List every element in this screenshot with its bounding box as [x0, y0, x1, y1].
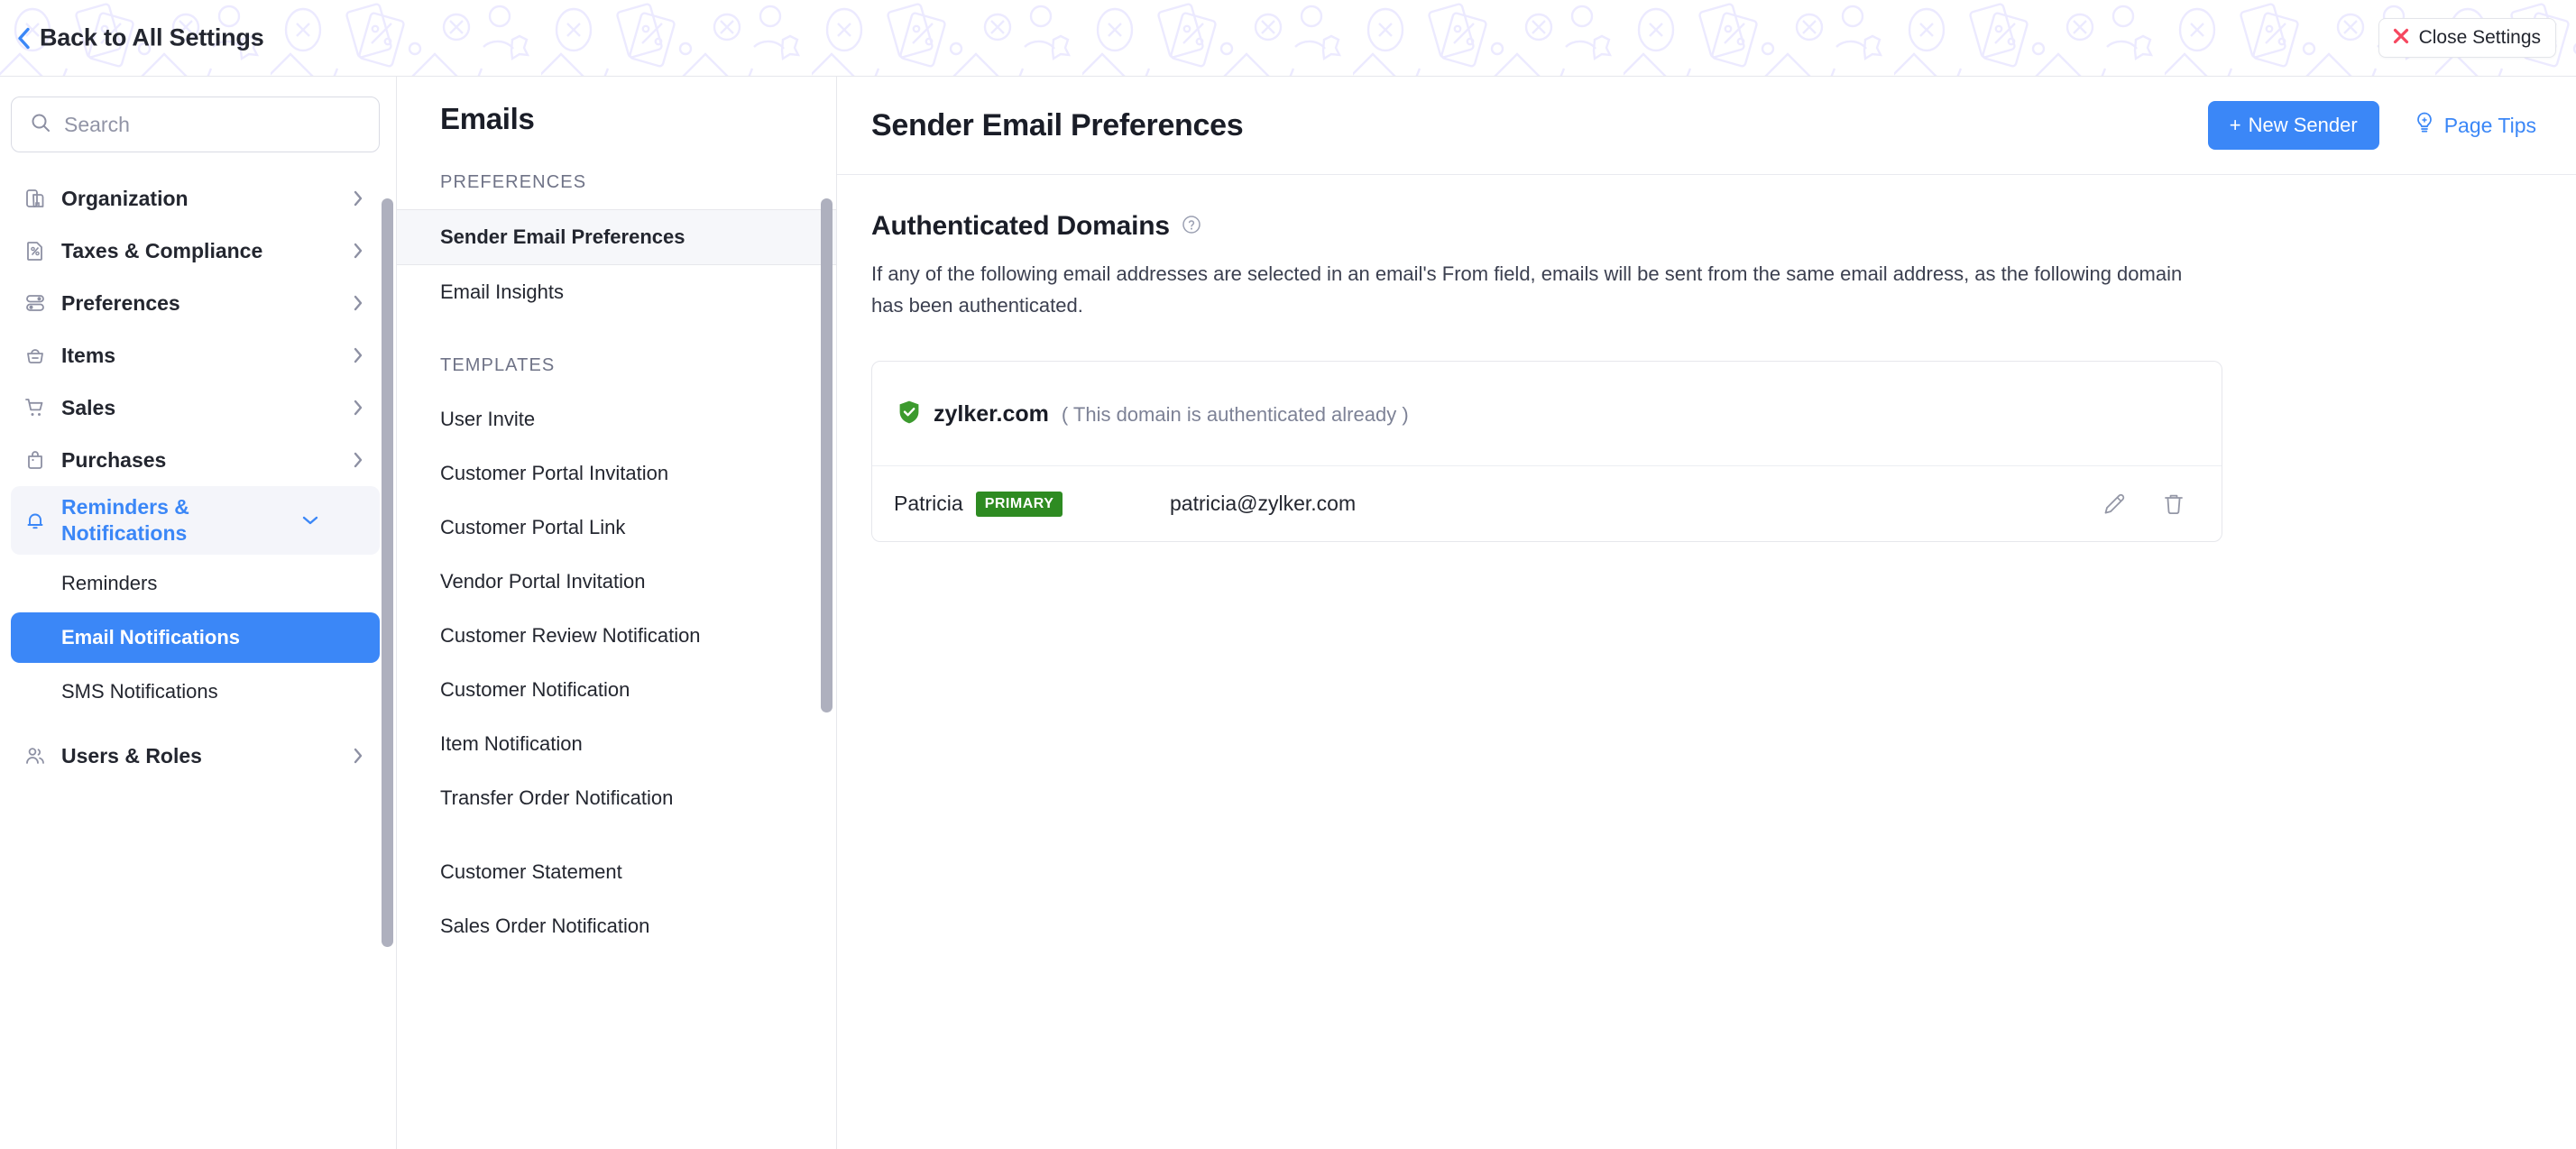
sidebar-item-reminders-notifications[interactable]: Reminders & Notifications [11, 486, 380, 555]
decorative-pattern [0, 0, 2576, 76]
sidebar-item-taxes-compliance[interactable]: Taxes & Compliance [11, 225, 380, 277]
sidebar-item-label: Organization [61, 186, 189, 210]
sidebar-item-label: Sales [61, 395, 116, 419]
chevron-right-icon [349, 346, 367, 364]
sidebar-subitem-reminders[interactable]: Reminders [11, 558, 380, 609]
sidebar-item-label: Items [61, 343, 116, 367]
list-divider-gap [397, 825, 836, 845]
mid-item-sender-email-preferences[interactable]: Sender Email Preferences [397, 209, 836, 265]
sidebar-subitem-label: Reminders [61, 572, 158, 594]
back-label: Back to All Settings [40, 23, 264, 51]
sidebar-subitem-email-notifications[interactable]: Email Notifications [11, 612, 380, 663]
bell-icon [23, 509, 47, 532]
sidebar-item-purchases[interactable]: Purchases [11, 434, 380, 486]
sidebar-nav: Organization Taxes & Compliance Preferen… [0, 172, 396, 782]
sidebar-item-label: Purchases [61, 447, 167, 472]
emails-panel-title: Emails [440, 102, 535, 135]
mid-item-template[interactable]: User Invite [397, 392, 836, 446]
pencil-icon[interactable] [2099, 489, 2130, 519]
mid-item-template[interactable]: Customer Statement [397, 845, 836, 899]
domain-card-header: zylker.com ( This domain is authenticate… [872, 362, 2222, 465]
search-box[interactable] [11, 97, 380, 152]
mid-item-template[interactable]: Customer Portal Link [397, 501, 836, 555]
main-header: Sender Email Preferences + New Sender Pa… [837, 77, 2576, 175]
sender-row-actions [2099, 489, 2189, 519]
search-input[interactable] [64, 112, 361, 137]
authenticated-domains-header: Authenticated Domains [871, 211, 2536, 242]
sidebar-item-label: Users & Roles [61, 743, 202, 768]
sender-row: Patricia PRIMARY patricia@zylker.com [872, 465, 2222, 541]
trash-icon[interactable] [2158, 489, 2189, 519]
sender-email: patricia@zylker.com [1170, 492, 1357, 516]
domain-status-note: ( This domain is authenticated already ) [1061, 402, 1409, 426]
sidebar-item-label: Taxes & Compliance [61, 238, 263, 262]
sidebar-subitem-sms-notifications[interactable]: SMS Notifications [11, 666, 380, 717]
chevron-right-icon [349, 451, 367, 469]
page-title: Sender Email Preferences [871, 107, 1244, 142]
chevron-right-icon [349, 399, 367, 417]
status-badge-primary: PRIMARY [975, 491, 1063, 517]
chevron-right-icon [349, 747, 367, 765]
section-header-preferences: PREFERENCES [440, 172, 587, 192]
chevron-right-icon [349, 294, 367, 312]
section-header-templates: TEMPLATES [440, 355, 556, 375]
sidebar-scrollbar-thumb[interactable] [382, 198, 393, 947]
search-icon [30, 112, 51, 138]
mid-item-template[interactable]: Sales Order Notification [397, 899, 836, 953]
main-content: Sender Email Preferences + New Sender Pa… [837, 77, 2576, 1149]
organization-icon [23, 187, 47, 210]
top-bar: Back to All Settings Close Settings [0, 0, 2576, 77]
new-sender-button[interactable]: + New Sender [2207, 101, 2379, 150]
mid-item-template[interactable]: Transfer Order Notification [397, 771, 836, 825]
chevron-left-icon [16, 26, 31, 50]
cart-icon [23, 396, 47, 419]
help-circle-icon[interactable] [1182, 215, 1201, 239]
main-body: Authenticated Domains If any of the foll… [837, 175, 2576, 543]
midpanel-scrollbar-thumb[interactable] [821, 198, 833, 712]
sidebar-subitem-label: SMS Notifications [61, 680, 218, 703]
tax-document-icon [23, 239, 47, 262]
shield-check-icon [897, 400, 921, 429]
section-title: Authenticated Domains [871, 211, 1170, 241]
close-x-icon [2392, 27, 2410, 49]
mid-item-template[interactable]: Vendor Portal Invitation [397, 555, 836, 609]
sidebar-item-items[interactable]: Items [11, 329, 380, 381]
settings-sidebar: Organization Taxes & Compliance [0, 77, 397, 1149]
sidebar-item-preferences[interactable]: Preferences [11, 277, 380, 329]
chevron-down-icon[interactable] [301, 515, 319, 526]
users-icon [23, 744, 47, 768]
mid-item-template[interactable]: Customer Portal Invitation [397, 446, 836, 501]
close-settings-button[interactable]: Close Settings [2378, 18, 2556, 58]
sidebar-item-users-roles[interactable]: Users & Roles [11, 730, 380, 782]
close-settings-label: Close Settings [2418, 27, 2541, 48]
mid-item-template[interactable]: Customer Notification [397, 663, 836, 717]
new-sender-label: New Sender [2248, 114, 2358, 136]
sidebar-item-label: Preferences [61, 290, 180, 315]
sidebar-item-label: Reminders & Notifications [61, 495, 189, 545]
mid-item-template[interactable]: Item Notification [397, 717, 836, 771]
mid-item-email-insights[interactable]: Email Insights [397, 265, 836, 319]
basket-icon [23, 344, 47, 367]
sidebar-subitem-label: Email Notifications [61, 626, 241, 648]
sidebar-item-sales[interactable]: Sales [11, 381, 380, 434]
page-tips-link[interactable]: Page Tips [2414, 111, 2536, 140]
lightbulb-icon [2414, 111, 2435, 140]
bag-icon [23, 448, 47, 472]
back-to-all-settings-link[interactable]: Back to All Settings [16, 24, 264, 52]
emails-panel: Emails PREFERENCES Sender Email Preferen… [397, 77, 837, 1149]
chevron-right-icon [349, 189, 367, 207]
section-description: If any of the following email addresses … [871, 262, 2183, 317]
sidebar-item-organization[interactable]: Organization [11, 172, 380, 225]
plus-icon: + [2229, 114, 2241, 136]
sender-name: Patricia [894, 492, 963, 516]
mid-item-template[interactable]: Customer Review Notification [397, 609, 836, 663]
domain-card: zylker.com ( This domain is authenticate… [871, 361, 2222, 543]
page-tips-label: Page Tips [2443, 113, 2536, 137]
sender-name-cell: Patricia PRIMARY [894, 491, 1146, 517]
domain-name: zylker.com [934, 401, 1049, 427]
chevron-right-icon [349, 242, 367, 260]
sliders-icon [23, 291, 47, 315]
